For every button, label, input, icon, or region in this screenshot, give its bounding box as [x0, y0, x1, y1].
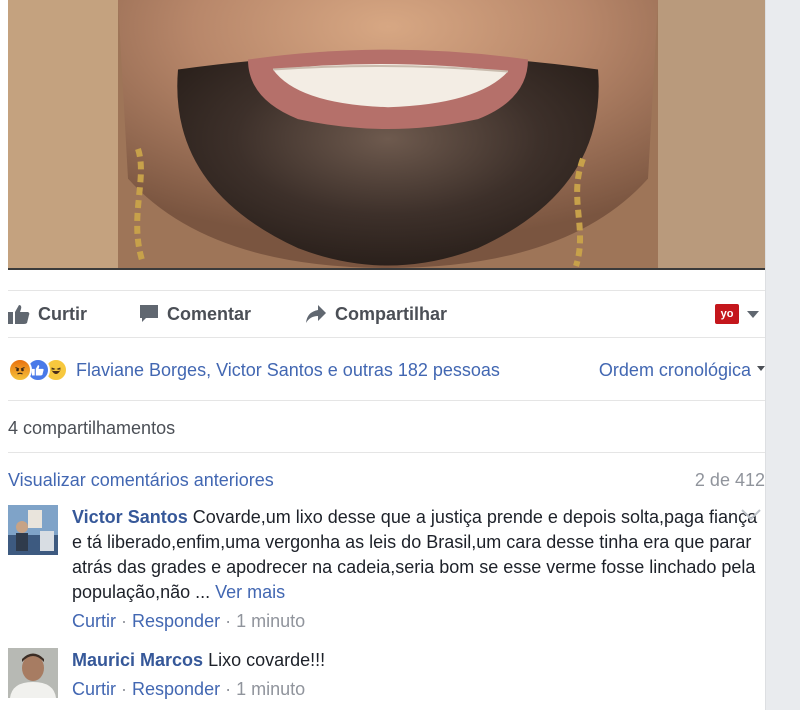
comments-count: 2 de 412: [694, 470, 765, 490]
separator: ·: [225, 611, 237, 631]
avatar[interactable]: [8, 505, 58, 555]
angry-icon: [8, 358, 32, 382]
comment-meta: Curtir · Responder · 1 minuto: [72, 609, 765, 634]
comment-item: Victor Santos Covarde,um lixo desse que …: [8, 505, 765, 634]
comment-order-dropdown[interactable]: Ordem cronológica: [599, 360, 765, 381]
separator: ·: [121, 679, 133, 699]
share-button[interactable]: Compartilhar: [305, 291, 447, 337]
divider: [8, 400, 765, 401]
comment-author-link[interactable]: Maurici Marcos: [72, 650, 203, 670]
comment-body: Victor Santos Covarde,um lixo desse que …: [72, 505, 765, 634]
like-button[interactable]: Curtir: [8, 291, 87, 337]
divider: [8, 452, 765, 453]
chevron-down-icon: [747, 310, 759, 318]
post-as-selector[interactable]: yo: [715, 304, 759, 324]
share-arrow-icon: [306, 305, 327, 323]
facebook-post: Curtir Comentar Compartilhar yo Flaviane…: [0, 0, 800, 710]
reaction-icons[interactable]: [8, 358, 68, 382]
share-label: Compartilhar: [335, 303, 448, 324]
chevron-down-icon[interactable]: [741, 509, 761, 521]
shares-count-link[interactable]: 4 compartilhamentos: [8, 418, 175, 439]
comment-reply-link[interactable]: Responder: [132, 679, 220, 699]
page-avatar-badge: yo: [715, 304, 739, 324]
avatar[interactable]: [8, 648, 58, 698]
post-action-bar: Curtir Comentar Compartilhar yo: [8, 290, 765, 338]
comment-like-link[interactable]: Curtir: [72, 611, 116, 631]
comment-button[interactable]: Comentar: [139, 291, 251, 337]
comment-meta: Curtir · Responder · 1 minuto: [72, 677, 765, 702]
comment-item: Maurici Marcos Lixo covarde!!! Curtir · …: [8, 648, 765, 702]
comment-timestamp[interactable]: 1 minuto: [236, 611, 305, 631]
thumbs-up-icon: [8, 305, 30, 324]
comment-bubble-icon: [140, 305, 158, 322]
view-previous-comments-link[interactable]: Visualizar comentários anteriores: [8, 470, 274, 491]
separator: ·: [121, 611, 133, 631]
comment-author-link[interactable]: Victor Santos: [72, 507, 188, 527]
comment-reply-link[interactable]: Responder: [132, 611, 220, 631]
post-photo[interactable]: [8, 0, 765, 270]
comment-timestamp[interactable]: 1 minuto: [236, 679, 305, 699]
comment-text-block: Maurici Marcos Lixo covarde!!!: [72, 648, 765, 673]
comments-header: Visualizar comentários anteriores 2 de 4…: [8, 470, 765, 491]
separator: ·: [225, 679, 237, 699]
comment-text: Lixo covarde!!!: [208, 650, 326, 670]
reactions-row: Flaviane Borges, Victor Santos e outras …: [8, 350, 765, 390]
comment-order-label: Ordem cronológica: [598, 359, 751, 380]
like-label: Curtir: [38, 303, 87, 324]
reaction-names-link[interactable]: Flaviane Borges, Victor Santos e outras …: [76, 360, 500, 381]
comment-like-link[interactable]: Curtir: [72, 679, 116, 699]
comment-body: Maurici Marcos Lixo covarde!!! Curtir · …: [72, 648, 765, 702]
see-more-link[interactable]: Ver mais: [215, 582, 285, 602]
comment-label: Comentar: [167, 303, 252, 324]
right-rail: [765, 0, 800, 710]
caret-down-icon: [757, 365, 765, 371]
comment-text-block: Victor Santos Covarde,um lixo desse que …: [72, 505, 765, 605]
